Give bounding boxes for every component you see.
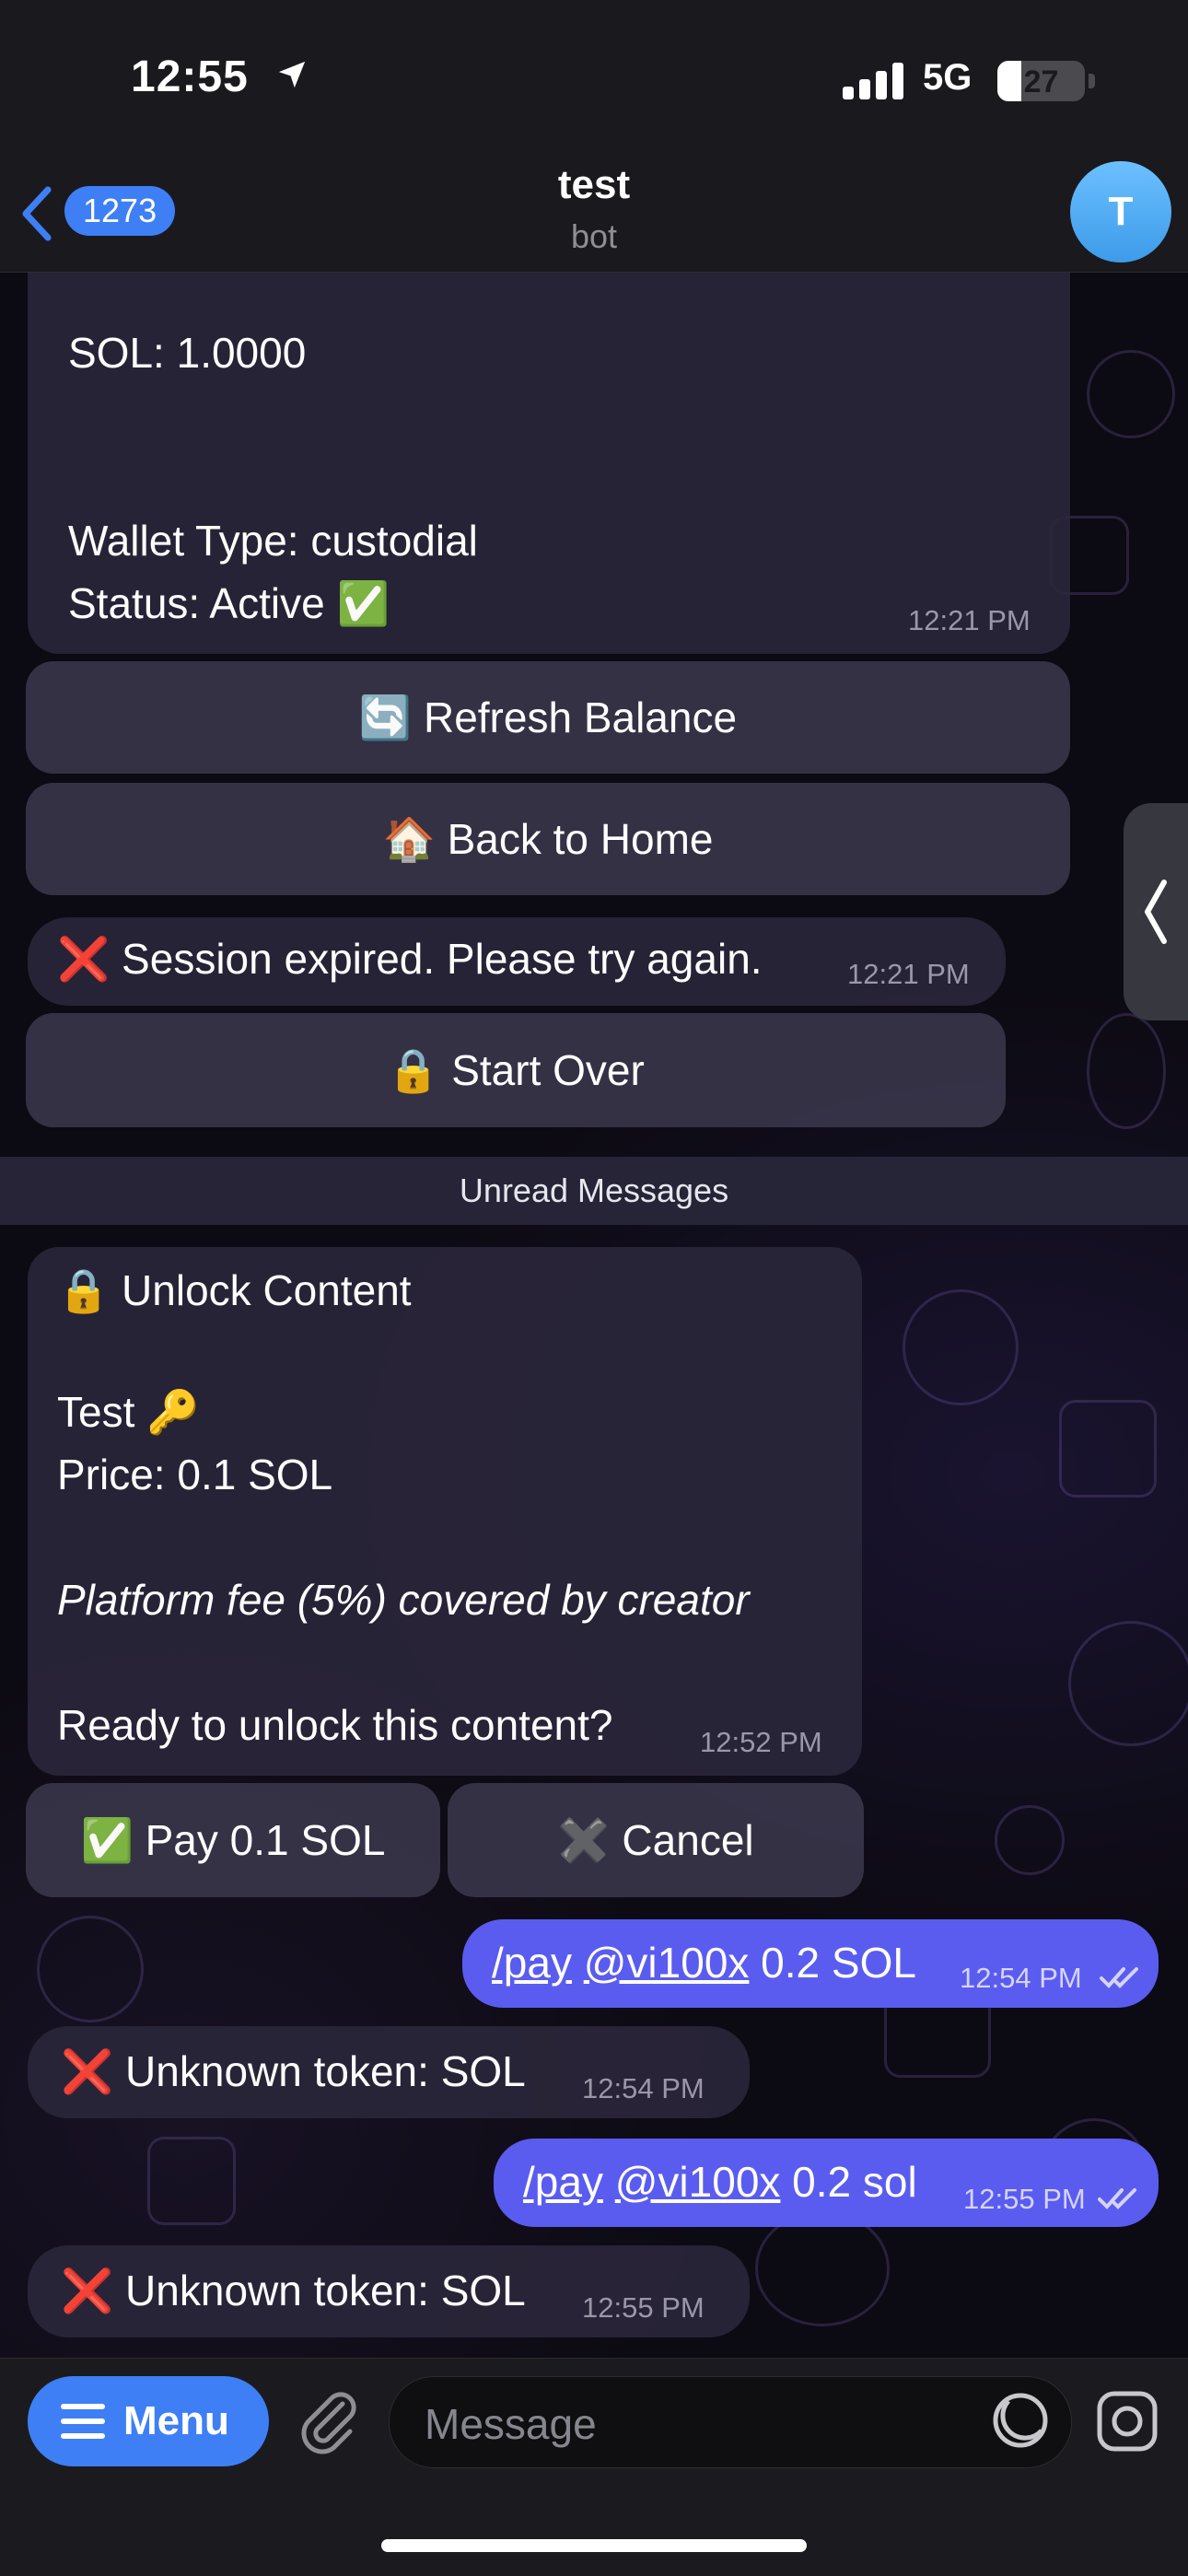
message-text-rest: 0.2 sol [780,2158,917,2206]
wallpaper-doodle [147,2137,236,2225]
cancel-button[interactable]: ✖️ Cancel [448,1783,864,1897]
unlock-price: Price: 0.1 SOL [57,1451,333,1498]
unlock-content-message: 🔒 Unlock Content Test 🔑 Price: 0.1 SOL P… [28,1247,862,1776]
message-placeholder: Message [425,2400,597,2448]
message-text: ❌ Unknown token: SOL [61,2267,526,2314]
menu-label: Menu [123,2398,229,2443]
outgoing-message: /pay @vi100x 0.2 SOL 12:54 PM [462,1919,1159,2008]
wallet-status-line: Status: Active ✅ [68,579,390,627]
wallpaper-doodle [1068,1621,1188,1746]
home-indicator [381,2539,807,2552]
message-time: 12:21 PM [908,604,1031,636]
incoming-message: ❌ Unknown token: SOL 12:54 PM [28,2026,750,2118]
mention-link[interactable]: @vi100x [584,1939,750,1987]
network-type: 5G [923,57,973,98]
message-text: /pay @vi100x 0.2 SOL [492,1938,916,1987]
unlock-fee-note: Platform fee (5%) covered by creator [57,1576,750,1624]
paperclip-icon[interactable] [295,2387,365,2457]
outgoing-message: /pay @vi100x 0.2 sol 12:55 PM [494,2139,1159,2227]
incoming-message: ❌ Unknown token: SOL 12:55 PM [28,2245,750,2337]
wallpaper-doodle [1087,1013,1166,1129]
avatar[interactable]: T [1070,161,1171,262]
battery-icon: 27 [997,61,1085,101]
mention-link[interactable]: @vi100x [615,2158,781,2206]
message-time: 12:52 PM [700,1726,822,1758]
bot-menu-button[interactable]: Menu [28,2376,269,2466]
battery-percentage: 27 [1023,64,1059,99]
message-text-rest: 0.2 SOL [749,1939,916,1987]
session-expired-text: ❌ Session expired. Please try again. [57,935,763,983]
session-expired-message: ❌ Session expired. Please try again. 12:… [28,917,1006,1006]
unlock-question: Ready to unlock this content? [57,1701,613,1749]
location-arrow-icon [278,61,306,88]
message-time: 12:21 PM [847,958,970,990]
status-time: 12:55 [131,52,249,101]
sticker-moon-icon[interactable] [990,2390,1051,2451]
message-time: 12:55 PM [582,2291,705,2324]
camera-icon[interactable] [1096,2390,1159,2453]
wallpaper-doodle [903,1289,1019,1405]
chat-subtitle: bot [570,217,618,255]
unlock-title: 🔒 Unlock Content [57,1266,412,1314]
double-check-icon [1100,1967,1138,1988]
command-link[interactable]: /pay [492,1939,572,1987]
message-text: ❌ Unknown token: SOL [61,2047,526,2095]
wallpaper-doodle [995,1805,1065,1875]
message-input[interactable]: Message [389,2376,1072,2468]
start-over-button[interactable]: 🔒 Start Over [26,1013,1006,1127]
pay-button[interactable]: ✅ Pay 0.1 SOL [26,1783,440,1897]
cellular-signal-icon [843,63,903,99]
wallet-balance-line: SOL: 1.0000 [68,329,307,377]
side-panel-handle[interactable] [1124,803,1188,1020]
command-link[interactable]: /pay [523,2158,603,2206]
chevron-left-icon [1145,880,1167,944]
back-to-home-button[interactable]: 🏠 Back to Home [26,783,1070,895]
wallpaper-doodle [755,2210,890,2326]
battery-tip [1089,74,1095,88]
message-time: 12:55 PM [963,2183,1086,2215]
unlock-item-name: Test 🔑 [57,1388,200,1436]
chat-title[interactable]: test [0,162,1188,208]
message-time: 12:54 PM [582,2072,705,2104]
hamburger-icon [61,2404,105,2439]
refresh-balance-button[interactable]: 🔄 Refresh Balance [26,661,1070,774]
message-text: /pay @vi100x 0.2 sol [523,2157,917,2207]
wallet-type-line: Wallet Type: custodial [68,517,478,565]
wallet-message: SOL: 1.0000 Wallet Type: custodial Statu… [28,273,1070,654]
double-check-icon [1098,2188,1136,2209]
wallpaper-doodle [1059,1400,1157,1498]
message-time: 12:54 PM [960,1962,1082,1994]
wallpaper-doodle [37,1916,144,2022]
unread-messages-divider: Unread Messages [0,1157,1188,1225]
wallpaper-doodle [1087,350,1175,438]
